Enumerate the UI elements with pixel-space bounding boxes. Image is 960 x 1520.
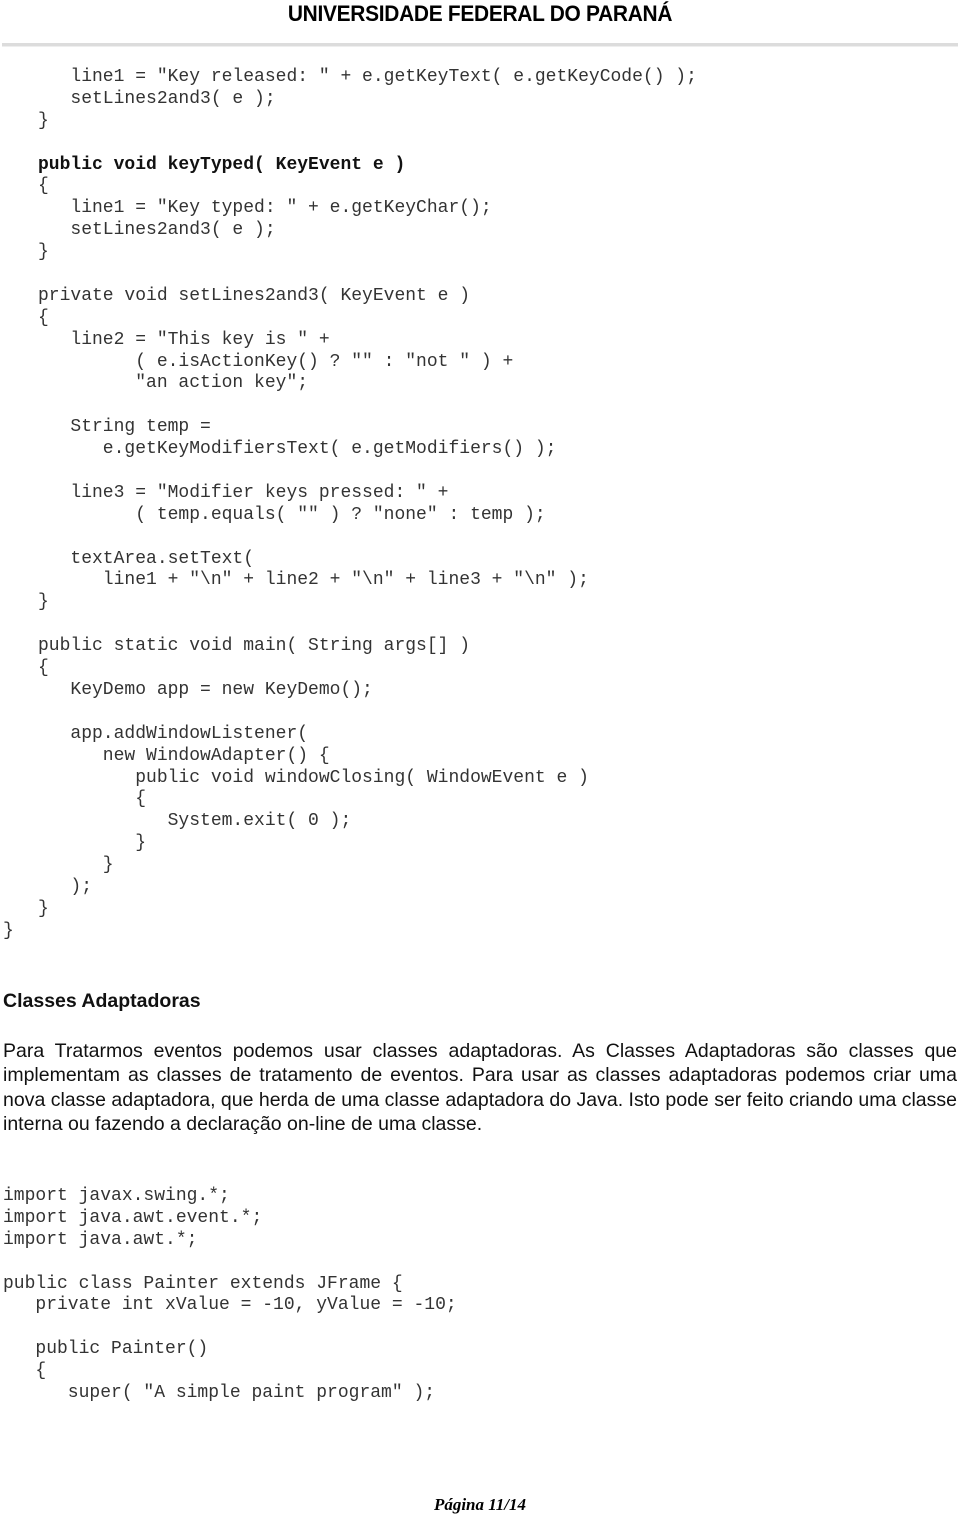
code-line: } <box>38 242 49 263</box>
code-line: line1 + "\n" + line2 + "\n" + line3 + "\… <box>38 570 589 591</box>
section-heading: Classes Adaptadoras <box>3 990 201 1012</box>
code-line: { <box>38 176 49 197</box>
code-line: { <box>38 658 49 679</box>
code-line: setLines2and3( e ); <box>38 88 276 109</box>
code-line: import java.awt.*; <box>3 1229 198 1250</box>
code-line: System.exit( 0 ); <box>38 811 352 832</box>
code-line: public void keyTyped( KeyEvent e ) <box>38 154 406 175</box>
code-line: KeyDemo app = new KeyDemo(); <box>38 679 373 700</box>
code-line: textArea.setText( <box>38 548 255 569</box>
code-line: { <box>3 1361 47 1382</box>
code-line: String temp = <box>38 417 211 438</box>
code-line: private void setLines2and3( KeyEvent e ) <box>38 285 471 306</box>
code-line: app.addWindowListener( <box>38 723 309 744</box>
code-line: { <box>38 789 147 810</box>
code-line: ); <box>38 876 93 897</box>
code-line: public Painter() <box>3 1339 209 1360</box>
code-line: } <box>38 833 147 854</box>
section-paragraph: Para Tratarmos eventos podemos usar clas… <box>3 1040 957 1136</box>
code-line: public class Painter extends JFrame { <box>3 1273 403 1294</box>
code-block-painter: import javax.swing.*; import java.awt.eve… <box>3 1186 457 1405</box>
code-line: } <box>38 898 49 919</box>
code-line: line1 = "Key typed: " + e.getKeyChar(); <box>38 198 492 219</box>
code-line: } <box>3 921 14 941</box>
code-line: } <box>38 592 49 613</box>
code-line: new WindowAdapter() { <box>38 745 330 766</box>
code-line: import java.awt.event.*; <box>3 1207 263 1228</box>
code-line: import javax.swing.*; <box>3 1186 230 1206</box>
code-line: { <box>38 307 49 328</box>
code-line: private int xValue = -10, yValue = -10; <box>3 1295 457 1316</box>
code-line: line2 = "This key is " + <box>38 329 330 350</box>
code-block-keydemo-closing: } <box>3 921 14 943</box>
page-number: Página 11/14 <box>433 1495 527 1514</box>
code-line: } <box>38 110 49 131</box>
code-line: public static void main( String args[] ) <box>38 636 471 657</box>
code-line: line3 = "Modifier keys pressed: " + <box>38 482 449 503</box>
code-line: ( e.isActionKey() ? "" : "not " ) + <box>38 351 514 372</box>
code-line: } <box>38 855 114 876</box>
code-line: super( "A simple paint program" ); <box>3 1383 436 1404</box>
code-line: e.getKeyModifiersText( e.getModifiers() … <box>38 439 557 460</box>
code-line: setLines2and3( e ); <box>38 220 276 241</box>
code-line: "an action key"; <box>38 373 309 394</box>
code-line: line1 = "Key released: " + e.getKeyText(… <box>38 67 697 87</box>
code-line: ( temp.equals( "" ) ? "none" : temp ); <box>38 504 546 525</box>
header-divider <box>2 43 958 47</box>
code-block-keydemo: line1 = "Key released: " + e.getKeyText(… <box>38 67 697 921</box>
code-line: public void windowClosing( WindowEvent e… <box>38 767 589 788</box>
page-header-title: UNIVERSIDADE FEDERAL DO PARANÁ <box>287 1 673 26</box>
